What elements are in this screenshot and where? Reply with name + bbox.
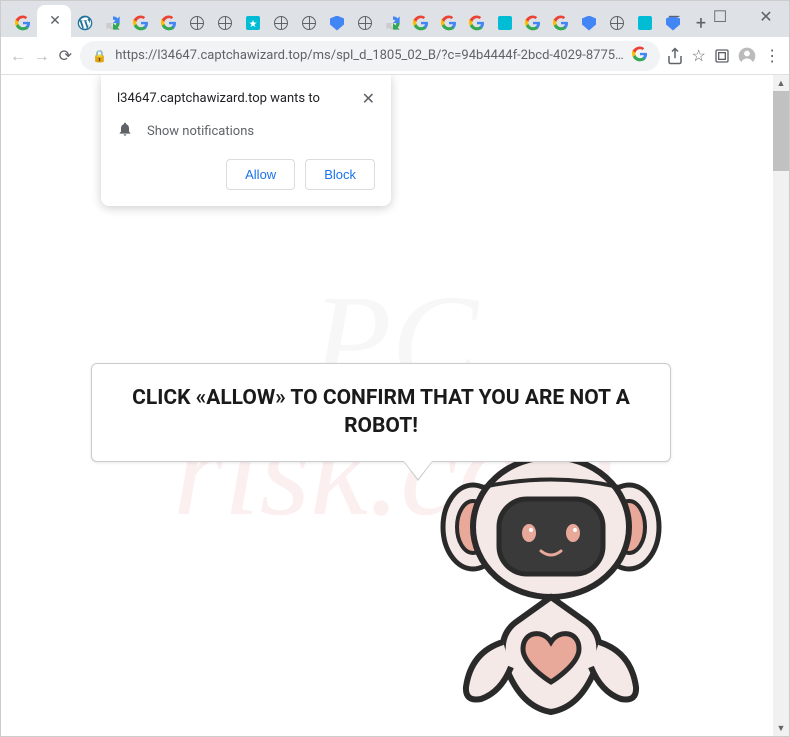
tab-21[interactable] xyxy=(603,9,631,37)
google-icon xyxy=(161,15,177,31)
scrollbar-thumb[interactable] xyxy=(773,91,789,171)
browser-toolbar: ← → ⟳ 🔒 https://l34647.captchawizard.top… xyxy=(1,37,789,75)
shield-icon xyxy=(329,15,345,31)
tab-12[interactable] xyxy=(351,9,379,37)
scroll-up-arrow[interactable]: ▲ xyxy=(773,75,789,91)
tab-15[interactable] xyxy=(435,9,463,37)
tab-19[interactable] xyxy=(547,9,575,37)
tab-11[interactable] xyxy=(323,9,351,37)
tab-16[interactable] xyxy=(463,9,491,37)
app-icon: ★ xyxy=(245,15,261,31)
tab-google[interactable] xyxy=(9,9,37,37)
google-icon xyxy=(553,15,569,31)
tab-strip: ✕ ★ + — ☐ ✕ xyxy=(1,1,789,37)
google-icon xyxy=(525,15,541,31)
globe-icon xyxy=(357,15,373,31)
globe-icon xyxy=(609,15,625,31)
shield-icon xyxy=(581,15,597,31)
window-controls: — ☐ ✕ xyxy=(651,1,789,33)
tab-14[interactable] xyxy=(407,9,435,37)
block-button[interactable]: Block xyxy=(305,159,375,190)
back-button[interactable]: ← xyxy=(9,42,27,70)
maximize-button[interactable]: ☐ xyxy=(697,1,743,31)
bell-icon xyxy=(117,121,133,141)
google-icon xyxy=(441,15,457,31)
permission-label: Show notifications xyxy=(147,124,254,139)
recaptcha-icon xyxy=(385,15,401,31)
address-bar[interactable]: 🔒 https://l34647.captchawizard.top/ms/sp… xyxy=(80,41,660,71)
tab-20[interactable] xyxy=(575,9,603,37)
close-icon[interactable]: ✕ xyxy=(49,13,61,29)
page-content: PC risk.com l34647.captchawizard.top wan… xyxy=(1,75,789,736)
instruction-text: CLICK «ALLOW» TO CONFIRM THAT YOU ARE NO… xyxy=(116,384,646,441)
share-button[interactable] xyxy=(666,42,684,70)
speech-bubble: CLICK «ALLOW» TO CONFIRM THAT YOU ARE NO… xyxy=(91,363,671,462)
google-icon xyxy=(413,15,429,31)
wordpress-icon xyxy=(77,15,93,31)
bookmark-button[interactable]: ☆ xyxy=(690,42,708,70)
profile-button[interactable] xyxy=(737,42,757,70)
robot-illustration xyxy=(411,417,691,731)
close-window-button[interactable]: ✕ xyxy=(743,1,789,31)
reading-list-button[interactable] xyxy=(714,42,732,70)
tab-active[interactable]: ✕ xyxy=(37,5,71,37)
globe-icon xyxy=(189,15,205,31)
tab-6[interactable] xyxy=(183,9,211,37)
tab-10[interactable] xyxy=(295,9,323,37)
tab-9[interactable] xyxy=(267,9,295,37)
notification-permission-dialog: l34647.captchawizard.top wants to ✕ Show… xyxy=(101,75,391,206)
globe-icon xyxy=(301,15,317,31)
tab-5[interactable] xyxy=(155,9,183,37)
permission-title: l34647.captchawizard.top wants to xyxy=(117,91,320,106)
globe-icon xyxy=(273,15,289,31)
tab-18[interactable] xyxy=(519,9,547,37)
reload-button[interactable]: ⟳ xyxy=(57,42,75,70)
url-text: https://l34647.captchawizard.top/ms/spl_… xyxy=(115,48,624,63)
lock-icon: 🔒 xyxy=(92,49,107,63)
minimize-button[interactable]: — xyxy=(651,1,697,31)
svg-text:★: ★ xyxy=(249,19,258,30)
scroll-down-arrow[interactable]: ▼ xyxy=(773,720,789,736)
tab-wordpress[interactable] xyxy=(71,9,99,37)
tab-8[interactable]: ★ xyxy=(239,9,267,37)
vertical-scrollbar[interactable]: ▲ ▼ xyxy=(773,75,789,736)
recaptcha-icon xyxy=(105,15,121,31)
close-icon[interactable]: ✕ xyxy=(362,91,375,107)
google-search-icon[interactable] xyxy=(632,46,648,66)
google-icon xyxy=(133,15,149,31)
google-icon xyxy=(469,15,485,31)
google-icon xyxy=(15,15,31,31)
tab-7[interactable] xyxy=(211,9,239,37)
forward-button[interactable]: → xyxy=(33,42,51,70)
tab-17[interactable] xyxy=(491,9,519,37)
tab-13[interactable] xyxy=(379,9,407,37)
browser-window: ✕ ★ + — ☐ ✕ ← → ⟳ xyxy=(0,0,790,737)
globe-icon xyxy=(217,15,233,31)
tab-recaptcha[interactable] xyxy=(99,9,127,37)
allow-button[interactable]: Allow xyxy=(226,159,295,190)
menu-button[interactable]: ⋮ xyxy=(763,42,781,70)
tab-4[interactable] xyxy=(127,9,155,37)
app-icon xyxy=(497,15,513,31)
